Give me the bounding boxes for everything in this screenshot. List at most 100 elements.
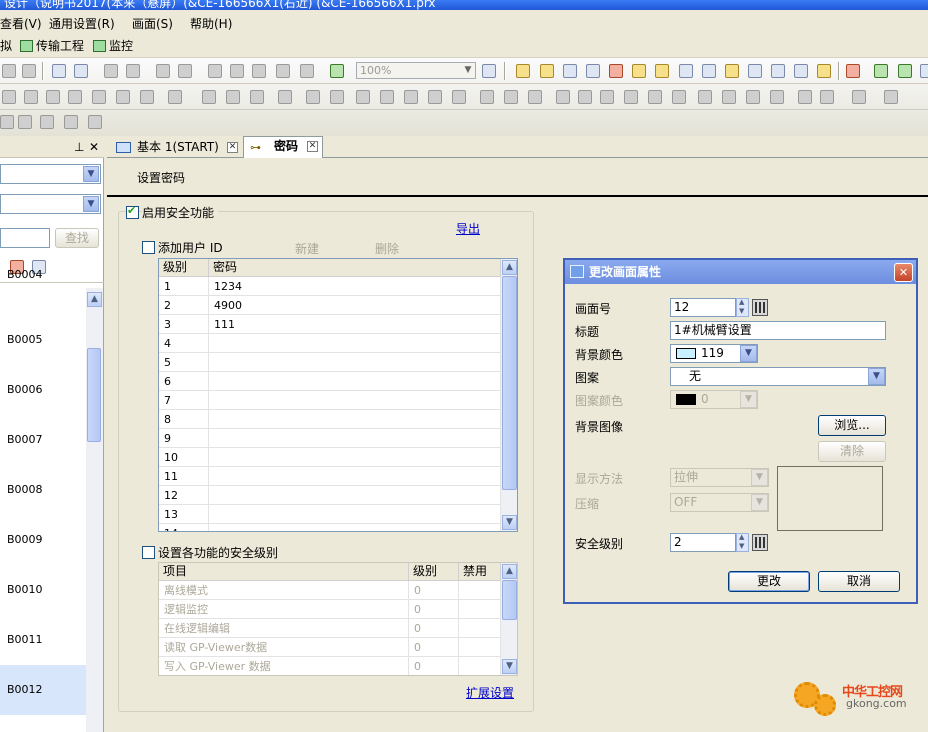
history-icon[interactable] bbox=[770, 90, 784, 104]
menu-screen[interactable]: 画面(S) bbox=[132, 15, 173, 32]
flip-down-icon[interactable] bbox=[40, 115, 54, 129]
frame-icon[interactable] bbox=[140, 90, 154, 104]
transfer-project-button[interactable]: 传输工程 bbox=[18, 37, 84, 55]
password-cell[interactable] bbox=[209, 372, 501, 391]
list-item-selected[interactable]: B0012 bbox=[0, 665, 86, 715]
close-tab-icon[interactable]: ✕ bbox=[307, 141, 318, 152]
data-display-icon[interactable] bbox=[250, 90, 264, 104]
password-cell[interactable] bbox=[209, 524, 501, 531]
scroll-up-icon[interactable]: ▲ bbox=[87, 292, 102, 307]
open-icon[interactable] bbox=[104, 64, 118, 78]
list-item[interactable]: B0010 bbox=[0, 565, 86, 615]
delete-icon[interactable] bbox=[300, 64, 314, 78]
scroll-up-icon[interactable]: ▲ bbox=[502, 260, 517, 275]
security-level-input[interactable]: 2 bbox=[670, 533, 736, 552]
close-tab-icon[interactable]: ✕ bbox=[227, 142, 238, 153]
document-icon[interactable] bbox=[586, 64, 600, 78]
display-icon[interactable] bbox=[482, 64, 496, 78]
text-table-icon[interactable] bbox=[748, 64, 762, 78]
message-icon[interactable] bbox=[648, 90, 662, 104]
redo-icon[interactable] bbox=[178, 64, 192, 78]
password-cell[interactable] bbox=[209, 505, 501, 524]
alarm-icon[interactable] bbox=[679, 64, 693, 78]
search-button[interactable]: 查找 bbox=[55, 228, 99, 248]
screen-red-icon[interactable] bbox=[846, 64, 860, 78]
table-scrollbar[interactable]: ▲ ▼ bbox=[501, 563, 517, 675]
grid2-icon[interactable] bbox=[578, 90, 592, 104]
table-row[interactable]: 12 bbox=[159, 486, 501, 505]
list-item[interactable]: B0007 bbox=[0, 415, 86, 465]
ok-button[interactable]: 更改 bbox=[728, 571, 810, 592]
clear-button[interactable]: 清除 bbox=[818, 441, 886, 462]
export-link[interactable]: 导出 bbox=[456, 220, 480, 237]
pattern-select[interactable]: 无 ▼ bbox=[670, 367, 886, 386]
table-row[interactable]: 4 bbox=[159, 334, 501, 353]
list-item[interactable]: B0006 bbox=[0, 365, 86, 415]
password-cell[interactable]: 111 bbox=[209, 315, 501, 334]
compress-select[interactable]: OFF ▼ bbox=[670, 493, 769, 512]
trend-graph-icon[interactable] bbox=[380, 90, 394, 104]
undo-icon[interactable] bbox=[156, 64, 170, 78]
browse-button[interactable]: 浏览... bbox=[818, 415, 886, 436]
list-item[interactable]: B0005 bbox=[0, 315, 86, 365]
tab-base-screen[interactable]: 基本 1(START) ✕ bbox=[107, 138, 241, 158]
table-row[interactable]: 5 bbox=[159, 353, 501, 372]
password-cell[interactable]: 1234 bbox=[209, 277, 501, 296]
bg-color-select[interactable]: 119 ▼ bbox=[670, 344, 758, 363]
scroll-thumb[interactable] bbox=[502, 276, 517, 490]
screen-no-input[interactable]: 12 bbox=[670, 298, 736, 317]
image-icon[interactable] bbox=[516, 64, 530, 78]
align-bottom-icon[interactable] bbox=[88, 115, 102, 129]
pen-icon[interactable] bbox=[852, 90, 866, 104]
close-icon[interactable]: ✕ bbox=[894, 263, 913, 282]
password-cell[interactable] bbox=[209, 429, 501, 448]
marquee-icon[interactable] bbox=[672, 90, 686, 104]
scroll-up-icon[interactable]: ▲ bbox=[502, 564, 517, 579]
new-button[interactable]: 新建 bbox=[295, 240, 319, 257]
save-icon[interactable] bbox=[74, 64, 88, 78]
table-row[interactable]: 13 bbox=[159, 505, 501, 524]
menu-view[interactable]: 查看(V) bbox=[0, 15, 42, 32]
password-cell[interactable] bbox=[209, 486, 501, 505]
list-scrollbar[interactable]: ▲ bbox=[86, 288, 103, 732]
table-icon[interactable] bbox=[168, 90, 182, 104]
function-level-checkbox[interactable] bbox=[142, 546, 155, 559]
paste-icon[interactable] bbox=[252, 64, 266, 78]
new-icon[interactable] bbox=[52, 64, 66, 78]
title-input[interactable]: 1#机械臂设置 bbox=[670, 321, 886, 340]
close-file-icon[interactable] bbox=[126, 64, 140, 78]
switch-icon[interactable] bbox=[202, 90, 216, 104]
display-method-select[interactable]: 拉伸 ▼ bbox=[670, 468, 769, 487]
cancel-button[interactable]: 取消 bbox=[818, 571, 900, 592]
more-icon[interactable] bbox=[920, 64, 928, 78]
copy-icon[interactable] bbox=[230, 64, 244, 78]
scroll-down-icon[interactable]: ▼ bbox=[502, 659, 517, 674]
line-icon[interactable] bbox=[68, 90, 82, 104]
list-item[interactable]: B0008 bbox=[0, 465, 86, 515]
keypad-icon[interactable] bbox=[752, 299, 768, 316]
scroll-thumb[interactable] bbox=[87, 348, 101, 442]
cut-icon[interactable] bbox=[2, 64, 16, 78]
sound-icon[interactable] bbox=[725, 64, 739, 78]
polygon-icon[interactable] bbox=[24, 90, 38, 104]
password-cell[interactable] bbox=[209, 334, 501, 353]
door-icon[interactable] bbox=[504, 90, 518, 104]
table-row[interactable]: 1 1234 bbox=[159, 277, 501, 296]
password-cell[interactable] bbox=[209, 391, 501, 410]
list-icon[interactable] bbox=[556, 90, 570, 104]
filter-select[interactable]: ▼ bbox=[0, 194, 101, 214]
pattern-color-select[interactable]: 0 ▼ bbox=[670, 390, 758, 409]
tag-g-icon[interactable] bbox=[794, 64, 808, 78]
address-icon[interactable] bbox=[540, 64, 554, 78]
info-icon[interactable] bbox=[655, 64, 669, 78]
keypad-icon[interactable] bbox=[624, 90, 638, 104]
tab-password[interactable]: ⊶ 密码 ✕ bbox=[243, 136, 323, 158]
device-icon[interactable] bbox=[609, 64, 623, 78]
scroll-thumb[interactable] bbox=[502, 580, 517, 620]
table-row[interactable]: 7 bbox=[159, 391, 501, 410]
security-level-spinner[interactable] bbox=[736, 533, 749, 552]
hand-icon[interactable] bbox=[884, 90, 898, 104]
duplicate-icon[interactable] bbox=[276, 64, 290, 78]
picture-display-icon[interactable] bbox=[278, 90, 292, 104]
rectangle-icon[interactable] bbox=[2, 90, 16, 104]
